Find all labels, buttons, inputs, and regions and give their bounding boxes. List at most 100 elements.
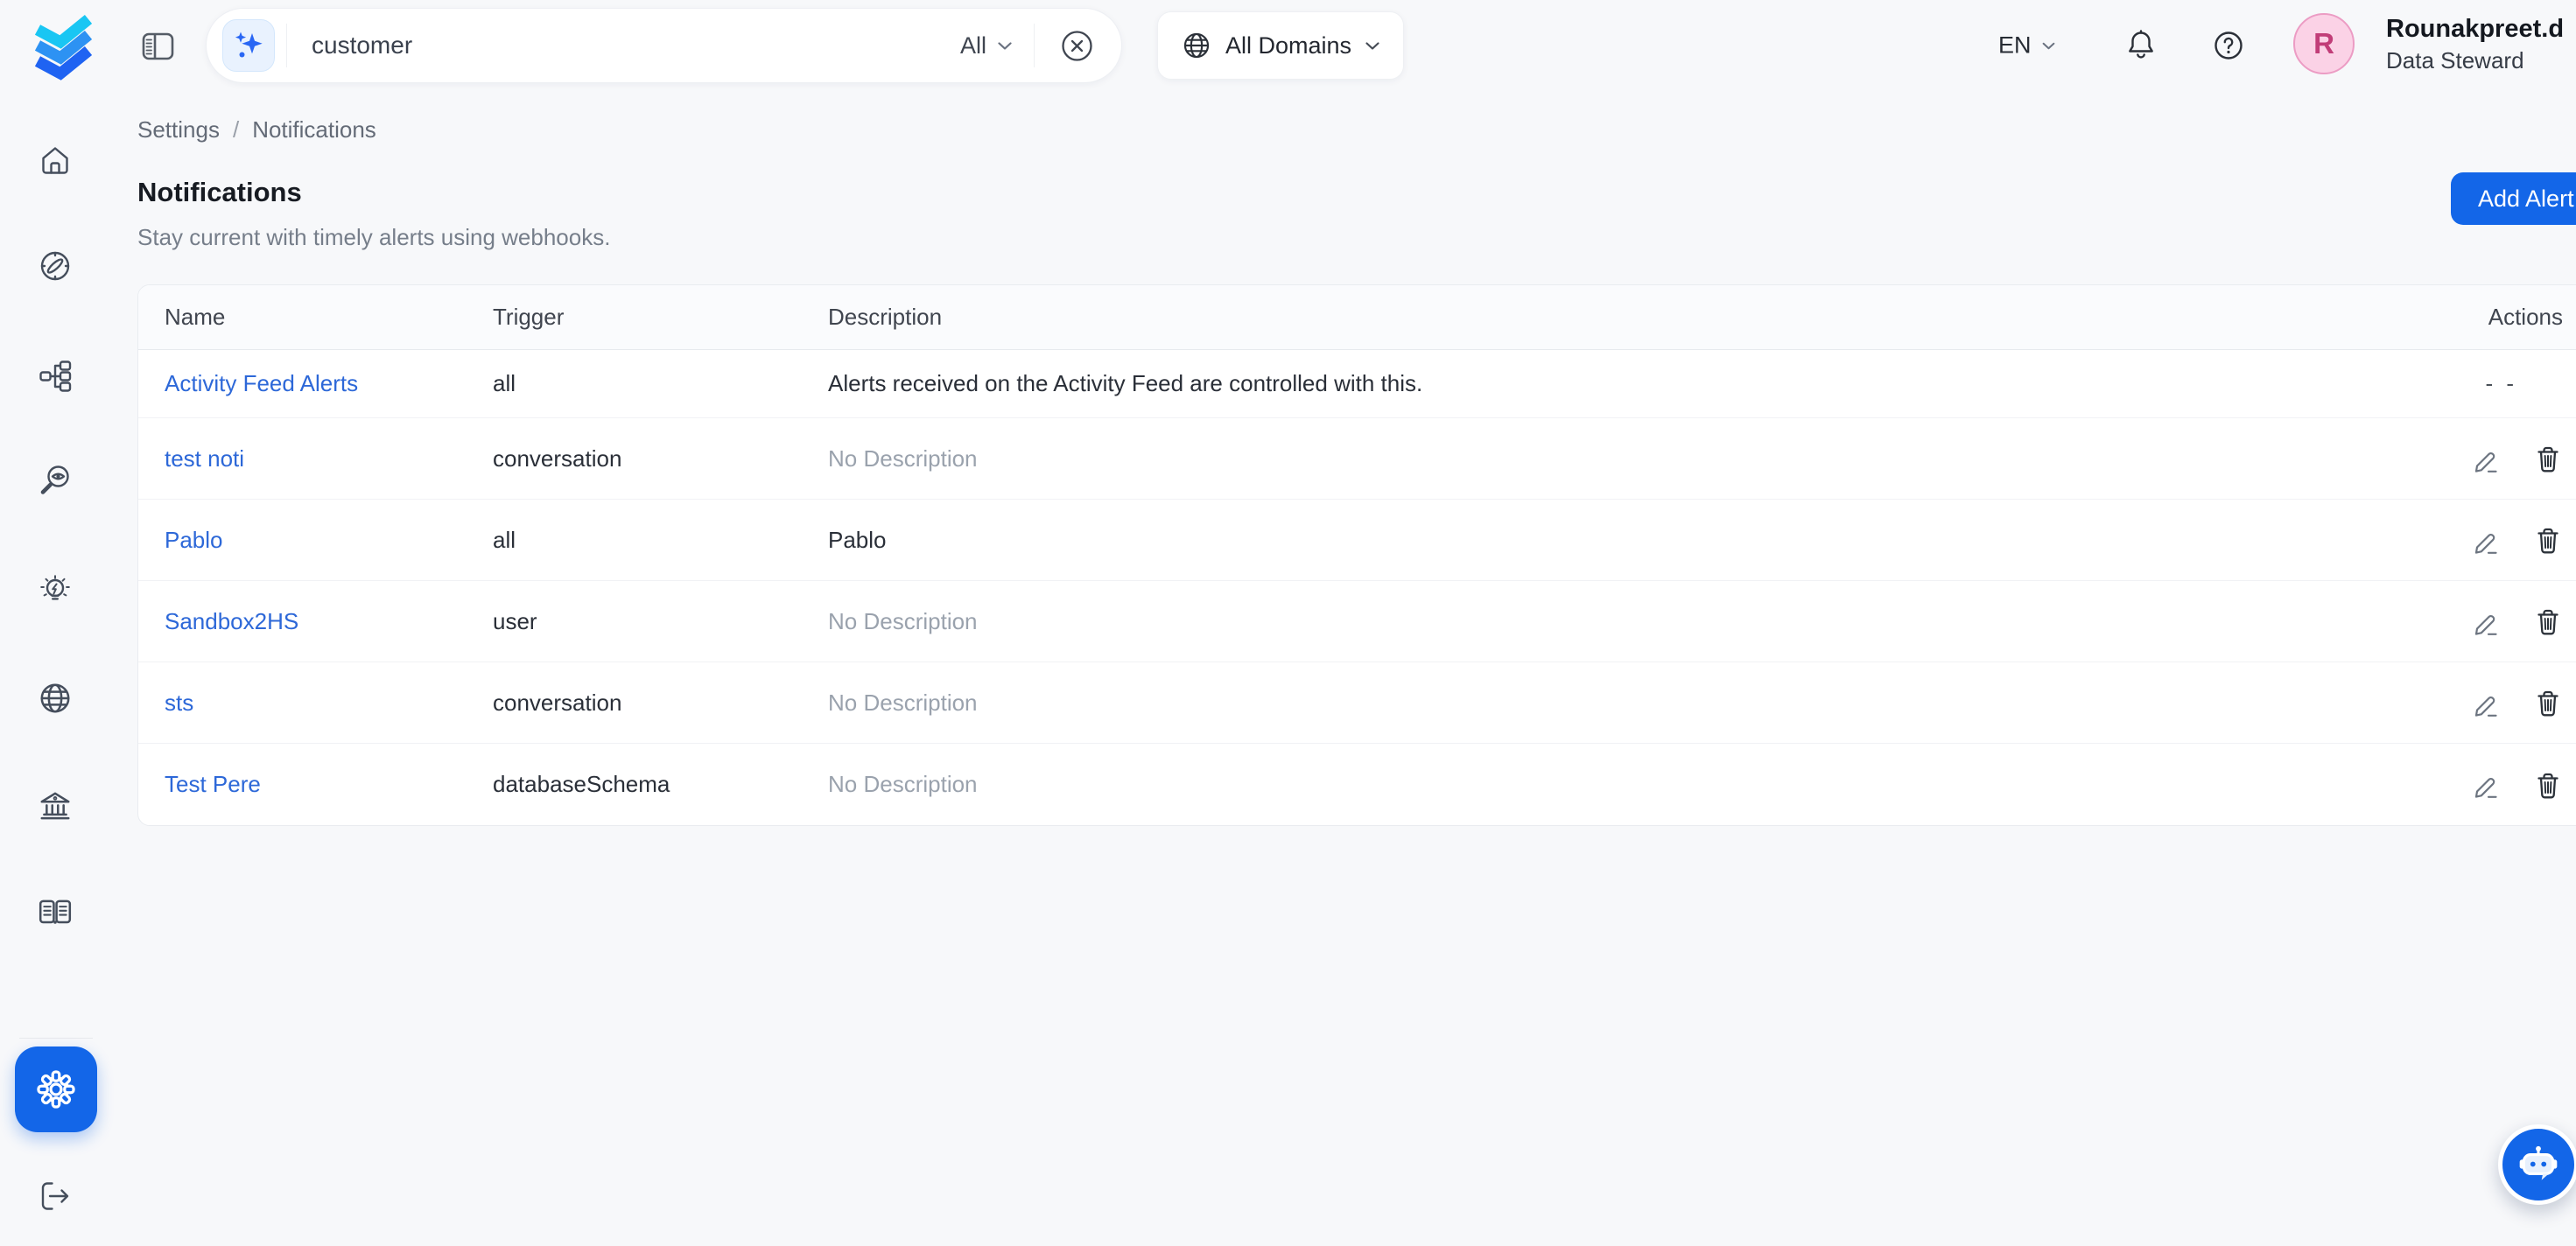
column-header-trigger: Trigger xyxy=(493,304,828,331)
user-profile-menu[interactable]: R Rounakpreet.d Data Steward xyxy=(2293,12,2564,75)
alert-description: No Description xyxy=(828,608,2386,635)
sparkles-icon xyxy=(232,31,265,60)
edit-button[interactable] xyxy=(2471,526,2500,555)
row-actions xyxy=(2386,606,2576,636)
language-selector[interactable]: EN xyxy=(1998,32,2056,60)
page-subtitle: Stay current with timely alerts using we… xyxy=(137,224,610,251)
sidebar-item-settings[interactable] xyxy=(15,1046,97,1132)
search-filter-label: All xyxy=(960,32,986,60)
column-header-description: Description xyxy=(828,304,2386,331)
alert-name-link[interactable]: Sandbox2HS xyxy=(165,608,298,634)
sidebar-item-explore[interactable] xyxy=(38,248,73,284)
column-header-name: Name xyxy=(138,304,493,331)
alert-description: Pablo xyxy=(828,527,2386,554)
ai-search-badge[interactable] xyxy=(222,19,275,72)
delete-button[interactable] xyxy=(2533,444,2563,473)
alert-trigger: user xyxy=(493,608,828,635)
pencil-icon xyxy=(2471,526,2500,555)
row-actions xyxy=(2386,525,2576,555)
search-divider xyxy=(286,24,287,67)
sidebar-divider xyxy=(19,1038,93,1039)
sidebar-item-glossary[interactable] xyxy=(37,895,74,932)
alert-name-link[interactable]: test noti xyxy=(165,445,244,472)
table-row: Sandbox2HS user No Description xyxy=(138,581,2576,662)
column-header-actions: Actions xyxy=(2386,304,2576,331)
breadcrumb-settings[interactable]: Settings xyxy=(137,116,220,144)
sidebar-item-lineage[interactable] xyxy=(38,359,73,394)
app-logo[interactable] xyxy=(32,9,95,84)
trash-icon xyxy=(2533,688,2563,718)
delete-button[interactable] xyxy=(2533,606,2563,636)
breadcrumb-current[interactable]: Notifications xyxy=(252,116,376,144)
row-actions xyxy=(2386,444,2576,473)
question-mark-icon xyxy=(2211,28,2246,63)
delete-button[interactable] xyxy=(2533,770,2563,800)
alert-trigger: conversation xyxy=(493,445,828,472)
search-filter-dropdown[interactable]: All xyxy=(960,32,1013,60)
chevron-down-icon xyxy=(2041,41,2056,50)
sidebar-item-logout[interactable] xyxy=(38,1179,73,1214)
pencil-icon xyxy=(2471,444,2500,473)
alert-trigger: all xyxy=(493,370,828,397)
compass-icon xyxy=(38,248,73,284)
domains-dropdown-button[interactable]: All Domains xyxy=(1157,11,1404,80)
alert-name-link[interactable]: sts xyxy=(165,690,193,716)
search-input[interactable] xyxy=(312,32,960,60)
help-button[interactable] xyxy=(2211,28,2246,63)
row-actions xyxy=(2386,770,2576,800)
alert-name-link[interactable]: Pablo xyxy=(165,527,223,553)
add-alert-button[interactable]: Add Alert xyxy=(2451,172,2576,225)
sidebar-item-domains[interactable] xyxy=(37,680,74,717)
sidebar-item-home[interactable] xyxy=(38,144,73,178)
user-name: Rounakpreet.d xyxy=(2386,12,2564,46)
alert-name-link[interactable]: Test Pere xyxy=(165,771,261,797)
bell-icon xyxy=(2123,27,2158,64)
trash-icon xyxy=(2533,525,2563,555)
logout-icon xyxy=(38,1179,73,1214)
pencil-icon xyxy=(2471,689,2500,718)
alert-description: No Description xyxy=(828,445,2386,472)
language-label: EN xyxy=(1998,32,2032,60)
notifications-table: Name Trigger Description Actions Activit… xyxy=(137,284,2576,826)
notifications-bell-button[interactable] xyxy=(2123,27,2158,64)
breadcrumb: Settings / Notifications xyxy=(137,116,376,144)
table-row: Activity Feed Alerts all Alerts received… xyxy=(138,350,2576,418)
delete-button[interactable] xyxy=(2533,688,2563,718)
sidebar-toggle-button[interactable] xyxy=(142,32,175,62)
assistant-chat-button[interactable] xyxy=(2498,1124,2576,1205)
edit-button[interactable] xyxy=(2471,444,2500,473)
alert-description: Alerts received on the Activity Feed are… xyxy=(828,370,2386,397)
alert-trigger: all xyxy=(493,527,828,554)
table-body: Activity Feed Alerts all Alerts received… xyxy=(138,350,2576,825)
page-title: Notifications xyxy=(137,177,302,208)
chevron-down-icon xyxy=(1365,41,1380,51)
trash-icon xyxy=(2533,444,2563,473)
table-header-row: Name Trigger Description Actions xyxy=(138,285,2576,350)
pencil-icon xyxy=(2471,770,2500,799)
avatar: R xyxy=(2293,13,2355,74)
robot-icon xyxy=(2516,1144,2561,1186)
sidebar-item-insights[interactable] xyxy=(38,574,73,609)
alert-trigger: conversation xyxy=(493,690,828,717)
search-clear-button[interactable] xyxy=(1057,26,1097,66)
delete-button[interactable] xyxy=(2533,525,2563,555)
trash-icon xyxy=(2533,770,2563,800)
open-book-icon xyxy=(37,895,74,932)
globe-icon xyxy=(37,680,74,717)
table-row: Test Pere databaseSchema No Description xyxy=(138,744,2576,825)
sidebar-item-govern[interactable] xyxy=(37,788,74,825)
global-search-bar: All xyxy=(206,8,1122,83)
table-row: Pablo all Pablo xyxy=(138,500,2576,581)
home-icon xyxy=(38,144,73,178)
bank-icon xyxy=(37,788,74,825)
breadcrumb-separator: / xyxy=(233,116,239,144)
gear-icon xyxy=(33,1067,79,1112)
lightbulb-icon xyxy=(38,574,73,609)
edit-button[interactable] xyxy=(2471,607,2500,636)
edit-button[interactable] xyxy=(2471,770,2500,799)
row-actions: - - xyxy=(2386,370,2576,397)
sidebar-item-observability[interactable] xyxy=(38,464,73,499)
alert-name-link[interactable]: Activity Feed Alerts xyxy=(165,370,358,396)
edit-button[interactable] xyxy=(2471,689,2500,718)
alert-description: No Description xyxy=(828,771,2386,798)
